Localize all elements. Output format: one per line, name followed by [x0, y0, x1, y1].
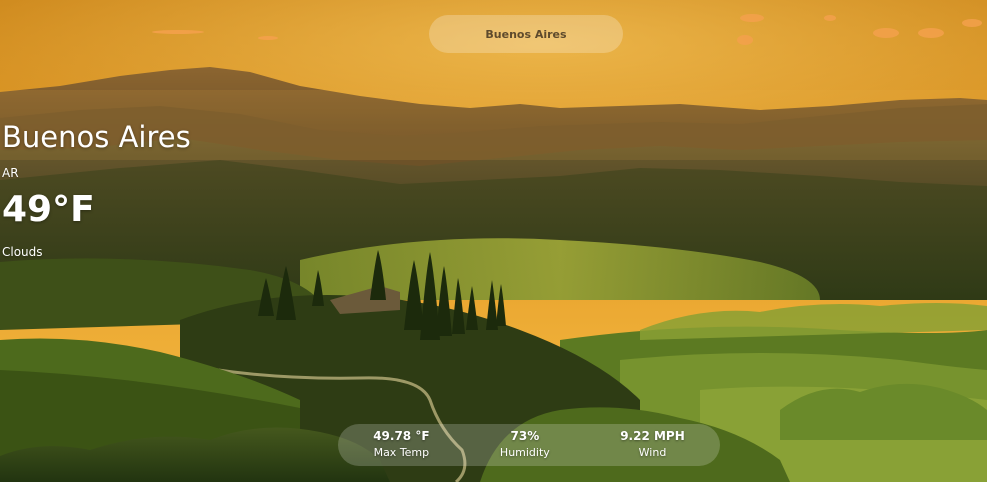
weather-stats-panel: 49.78 °F Max Temp 73% Humidity 9.22 MPH …	[338, 424, 720, 466]
wind-value: 9.22 MPH	[620, 429, 685, 443]
max-temp-value: 49.78 °F	[373, 429, 430, 443]
city-name: Buenos Aires	[2, 120, 191, 154]
humidity-stat: 73% Humidity	[500, 428, 550, 462]
landscape-background-image	[0, 0, 987, 482]
weather-description: Clouds	[2, 245, 43, 259]
humidity-value: 73%	[510, 429, 540, 443]
max-temp-stat: 49.78 °F Max Temp	[373, 428, 429, 462]
country-code: AR	[2, 166, 19, 180]
search-bar[interactable]	[429, 15, 623, 53]
current-temperature: 49°F	[2, 189, 95, 230]
weather-app: Buenos Aires AR 49°F Clouds 49.78 °F Max…	[0, 0, 987, 482]
max-temp-label: Max Temp	[373, 446, 430, 459]
location-search-input[interactable]	[429, 15, 623, 53]
wind-label: Wind	[638, 446, 667, 459]
humidity-label: Humidity	[499, 446, 550, 459]
wind-stat: 9.22 MPH Wind	[620, 428, 685, 462]
